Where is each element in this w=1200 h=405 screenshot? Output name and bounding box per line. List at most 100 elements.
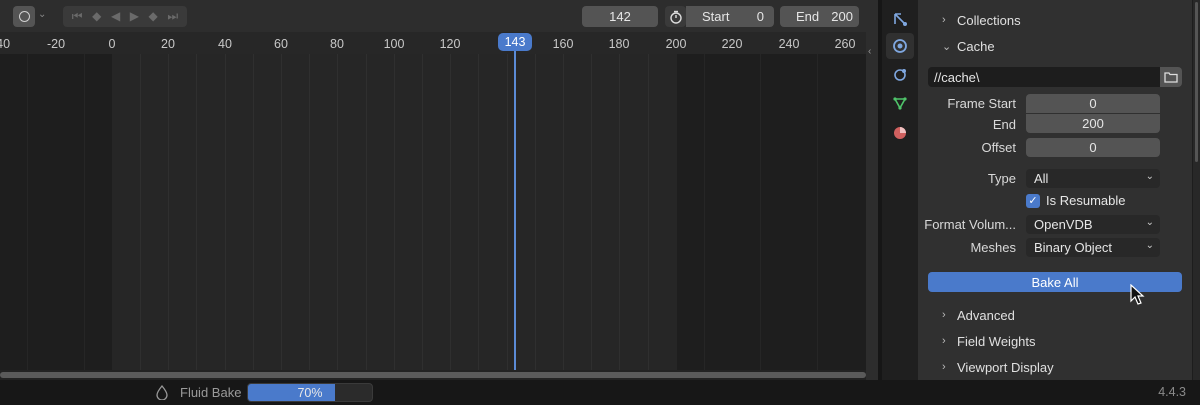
meshes-value: Binary Object <box>1034 240 1113 255</box>
chevron-down-icon: ⌄ <box>1145 171 1154 182</box>
properties-panel: › Collections ⌄ Cache //cache\ Frame Sta… <box>918 0 1192 380</box>
fluid-drop-icon <box>156 385 168 400</box>
scrollbar-thumb[interactable] <box>1195 2 1198 162</box>
scrollbar-thumb[interactable] <box>0 372 866 378</box>
end-value: 200 <box>831 9 853 24</box>
frame-end-label: End <box>992 117 1016 132</box>
next-keyframe-icon[interactable]: ◆ <box>149 6 158 27</box>
jump-end-icon[interactable]: ⏭ <box>167 6 178 27</box>
folder-icon[interactable] <box>1160 67 1182 87</box>
grid-line <box>535 54 536 370</box>
start-frame-field[interactable]: Start 0 <box>686 6 774 27</box>
grid-line <box>450 54 451 370</box>
tab-object-data[interactable] <box>886 90 914 116</box>
collections-section-header[interactable]: › Collections <box>918 7 1192 33</box>
record-icon <box>18 11 30 22</box>
is-resumable-label: Is Resumable <box>1046 193 1126 208</box>
frame-area[interactable] <box>0 54 866 370</box>
playhead-frame-label[interactable]: 143 <box>498 33 532 51</box>
cache-section-header[interactable]: ⌄ Cache <box>918 33 1192 59</box>
end-frame-field[interactable]: End 200 <box>780 6 859 27</box>
offset-label: Offset <box>981 140 1016 155</box>
grid-line <box>84 54 85 370</box>
chevron-right-icon: › <box>942 14 946 26</box>
ruler-tick: 40 <box>218 37 232 51</box>
grid-line <box>760 54 761 370</box>
play-icon[interactable]: ▶ <box>130 6 139 27</box>
timeline-side-strip <box>866 0 878 380</box>
ruler-tick: 0 <box>108 37 116 51</box>
frame-start-label: Frame Start <box>947 96 1016 111</box>
meshes-label: Meshes <box>970 240 1016 255</box>
material-icon <box>894 127 906 139</box>
grid-line <box>337 54 338 370</box>
chevron-left-icon[interactable]: ‹ <box>868 46 871 57</box>
progress-text: 70% <box>297 385 323 400</box>
grid-line <box>309 54 310 370</box>
stopwatch-icon[interactable] <box>665 6 686 27</box>
grid-line <box>817 54 818 370</box>
properties-tab-bar <box>882 0 918 380</box>
prev-keyframe-icon[interactable]: ◆ <box>92 6 101 27</box>
meshes-dropdown[interactable]: Binary Object ⌄ <box>1026 238 1160 257</box>
timeline-editor[interactable]: ⌄ ⏮ ◆ ◀ ▶ ◆ ⏭ 142 Start 0 End 200 -40 -2… <box>0 0 878 380</box>
end-label: End <box>796 9 820 24</box>
grid-line <box>563 54 564 370</box>
frame-end-field[interactable]: 200 <box>1026 114 1160 133</box>
ruler-tick: 240 <box>778 37 800 51</box>
advanced-section-header[interactable]: › Advanced <box>918 302 1192 328</box>
ruler-tick: -20 <box>46 37 66 51</box>
chevron-right-icon: › <box>942 361 946 373</box>
type-value: All <box>1034 171 1049 186</box>
field-weights-section-header[interactable]: › Field Weights <box>918 328 1192 354</box>
grid-line <box>394 54 395 370</box>
chevron-right-icon: › <box>942 309 946 321</box>
frame-start-field[interactable]: 0 <box>1026 94 1160 113</box>
horizontal-scrollbar[interactable] <box>0 370 866 380</box>
cache-directory-field[interactable]: //cache\ <box>928 67 1160 87</box>
ruler-tick: 120 <box>439 37 461 51</box>
grid-line <box>366 54 367 370</box>
grid-line <box>225 54 226 370</box>
tab-particles[interactable] <box>886 62 914 88</box>
grid-line <box>196 54 197 370</box>
grid-line <box>27 54 28 370</box>
auto-keying-button[interactable] <box>13 6 35 27</box>
type-dropdown[interactable]: All ⌄ <box>1026 169 1160 188</box>
format-volume-value: OpenVDB <box>1034 217 1093 232</box>
ruler-tick: -40 <box>0 37 11 51</box>
playhead-line[interactable] <box>514 36 516 380</box>
format-volume-dropdown[interactable]: OpenVDB ⌄ <box>1026 215 1160 234</box>
is-resumable-checkbox[interactable]: ✓ Is Resumable <box>1026 193 1125 208</box>
chevron-down-icon: ⌄ <box>1145 240 1154 251</box>
type-label: Type <box>987 171 1016 186</box>
play-reverse-icon[interactable]: ◀ <box>111 6 120 27</box>
jump-start-icon[interactable]: ⏮ <box>72 6 83 27</box>
grid-line <box>281 54 282 370</box>
chevron-down-icon[interactable]: ⌄ <box>38 9 46 20</box>
ruler-tick: 20 <box>161 37 175 51</box>
checkmark-icon: ✓ <box>1026 193 1040 208</box>
mouse-cursor-icon <box>1130 284 1145 305</box>
tab-material[interactable] <box>886 120 914 146</box>
timeline-header: ⌄ ⏮ ◆ ◀ ▶ ◆ ⏭ 142 Start 0 End 200 <box>0 0 878 32</box>
ruler-tick: 80 <box>330 37 344 51</box>
ruler-tick: 160 <box>552 37 574 51</box>
bake-progress-bar[interactable]: 70% <box>247 383 373 402</box>
ruler-tick: 60 <box>274 37 288 51</box>
ruler-tick: 260 <box>834 37 856 51</box>
grid-line <box>422 54 423 370</box>
section-label: Advanced <box>957 307 1015 323</box>
properties-scrollbar[interactable] <box>1193 0 1200 380</box>
frame-ruler[interactable]: -40 -20 0 20 40 60 80 100 120 160 180 20… <box>0 32 866 54</box>
start-value: 0 <box>756 9 764 24</box>
tab-physics[interactable] <box>886 33 914 59</box>
offset-field[interactable]: 0 <box>1026 138 1160 157</box>
job-label: Fluid Bake <box>180 385 242 400</box>
mesh-data-icon <box>893 97 907 110</box>
tab-constraints[interactable] <box>886 6 914 32</box>
viewport-display-section-header[interactable]: › Viewport Display <box>918 354 1192 380</box>
current-frame-field[interactable]: 142 <box>582 6 658 27</box>
version-label: 4.4.3 <box>1158 385 1186 399</box>
grid-line <box>704 54 705 370</box>
